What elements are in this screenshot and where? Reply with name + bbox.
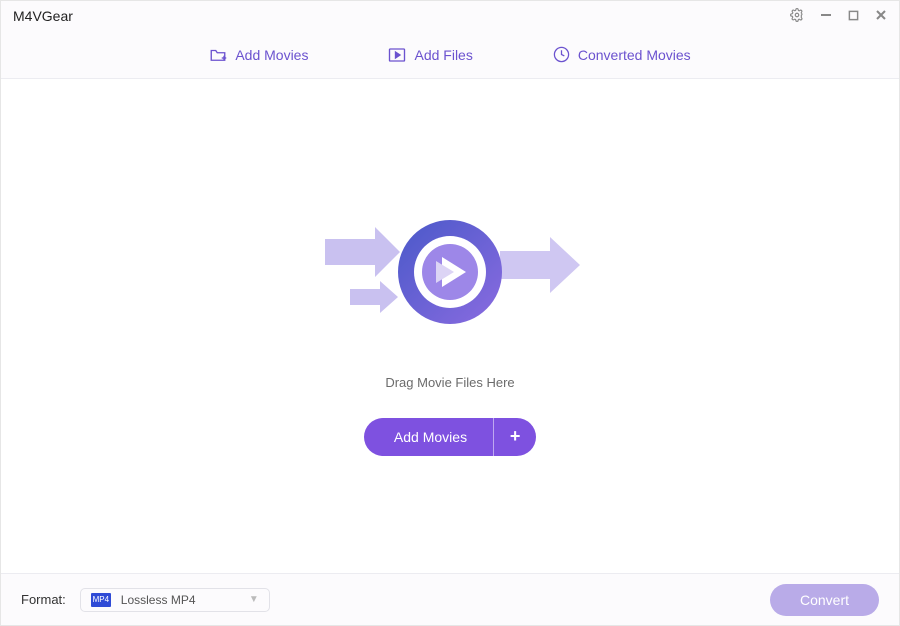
history-icon [553, 46, 570, 63]
drop-zone[interactable]: Drag Movie Files Here Add Movies + [1, 79, 899, 573]
folder-add-icon [209, 47, 227, 63]
main-toolbar: Add Movies Add Files Converted Movies [1, 31, 899, 79]
drag-hint-text: Drag Movie Files Here [385, 375, 514, 390]
plus-icon[interactable]: + [494, 426, 536, 447]
title-bar: M4VGear [1, 1, 899, 31]
add-movies-button[interactable]: Add Movies [209, 47, 308, 63]
cta-label: Add Movies [364, 429, 493, 445]
minimize-icon[interactable] [820, 9, 832, 23]
close-icon[interactable] [875, 9, 887, 23]
drop-illustration [280, 197, 620, 347]
settings-icon[interactable] [790, 8, 804, 24]
window-controls [790, 8, 887, 24]
add-files-button[interactable]: Add Files [388, 47, 472, 63]
add-files-label: Add Files [414, 47, 472, 63]
format-selected-text: Lossless MP4 [121, 593, 239, 607]
app-title: M4VGear [13, 8, 73, 24]
add-movies-label: Add Movies [235, 47, 308, 63]
convert-button[interactable]: Convert [770, 584, 879, 616]
video-file-icon [388, 47, 406, 63]
add-movies-cta[interactable]: Add Movies + [364, 418, 536, 456]
app-window: M4VGear Add Movies [0, 0, 900, 626]
maximize-icon[interactable] [848, 9, 859, 23]
format-select[interactable]: MP4 Lossless MP4 ▼ [80, 588, 270, 612]
convert-label: Convert [800, 592, 849, 608]
converted-movies-button[interactable]: Converted Movies [553, 46, 691, 63]
format-label: Format: [21, 592, 66, 607]
chevron-down-icon: ▼ [249, 594, 259, 605]
footer-bar: Format: MP4 Lossless MP4 ▼ Convert [1, 573, 899, 625]
converted-movies-label: Converted Movies [578, 47, 691, 63]
mp4-badge-icon: MP4 [91, 593, 111, 607]
cta-row: Add Movies + [364, 418, 536, 456]
